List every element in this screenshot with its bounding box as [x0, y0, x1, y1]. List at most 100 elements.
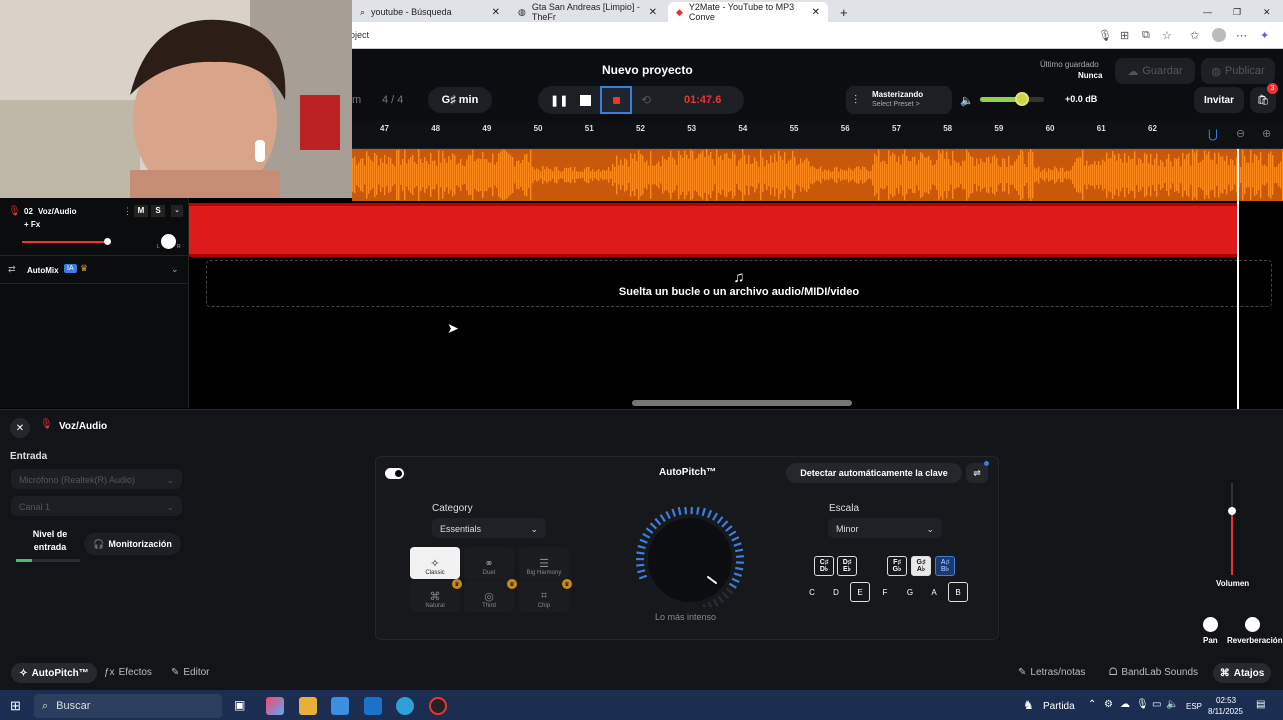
key-a-sharp[interactable]: A♯ B♭: [935, 556, 955, 576]
new-tab-button[interactable]: +: [832, 2, 854, 22]
app-icon[interactable]: ⧉: [1142, 29, 1150, 42]
input-device-select[interactable]: Micrófono (Realtek(R) Audio) ⌄: [11, 469, 182, 489]
close-icon[interactable]: ✕: [492, 7, 500, 18]
project-title[interactable]: Nuevo proyecto: [602, 63, 693, 77]
monitoring-button[interactable]: 🎧 Monitorización: [84, 533, 181, 555]
bandlab-app-icon[interactable]: [429, 697, 447, 715]
add-fx-button[interactable]: + Fx: [24, 220, 40, 229]
translate-icon[interactable]: ⊞: [1120, 29, 1129, 42]
time-signature[interactable]: 4 / 4: [382, 94, 403, 106]
copilot-icon[interactable]: [266, 697, 284, 715]
network-icon[interactable]: ▭: [1152, 699, 1161, 710]
tray-icon[interactable]: ☁: [1120, 699, 1130, 710]
note-f[interactable]: F: [875, 582, 895, 602]
profile-avatar[interactable]: [1212, 28, 1226, 42]
intensity-knob[interactable]: [634, 507, 750, 607]
magnet-icon[interactable]: ⋃: [1208, 127, 1218, 141]
playhead[interactable]: [1237, 149, 1239, 409]
mute-button[interactable]: M: [134, 205, 148, 217]
loop-icon[interactable]: ⟲: [641, 93, 651, 107]
file-explorer-icon[interactable]: [299, 697, 317, 715]
solo-button[interactable]: S: [151, 205, 165, 217]
note-g[interactable]: G: [900, 582, 920, 602]
volume-knob[interactable]: [1014, 92, 1029, 106]
volume-fader-track[interactable]: [1228, 483, 1236, 575]
address-bar[interactable]: oject 🎙 ⊞ ⧉ ☆ ✩ ⋯ ✦: [350, 22, 1283, 49]
horizontal-scrollbar[interactable]: [632, 400, 852, 406]
close-icon[interactable]: ✕: [10, 418, 30, 438]
tab-effects[interactable]: ƒx Efectos: [104, 667, 152, 678]
effect-big-harmony[interactable]: ☰ Big Harmony: [519, 547, 569, 579]
close-icon[interactable]: ✕: [812, 7, 820, 18]
tab-autopitch[interactable]: ✧ AutoPitch™: [11, 663, 97, 683]
timeline-ruler[interactable]: 47 48 49 50 51 52 53 54 55 56 57 58 59 60 61 62 ⋃ ⊖ ⊕: [352, 121, 1283, 149]
key-f-sharp[interactable]: F♯ G♭: [887, 556, 907, 576]
window-close-icon[interactable]: ✕: [1255, 2, 1275, 22]
more-icon[interactable]: ⋮: [123, 206, 132, 217]
note-d[interactable]: D: [826, 582, 846, 602]
microphone-icon[interactable]: 🎙: [1098, 29, 1112, 42]
close-icon[interactable]: ✕: [649, 7, 657, 18]
mastering-button[interactable]: ⫶ Masterizando Select Preset >: [846, 86, 952, 114]
drop-zone[interactable]: ♫ Suelta un bucle o un archivo audio/MID…: [206, 260, 1272, 307]
notifications-button[interactable]: 🛍 3: [1250, 83, 1278, 113]
key-g-sharp[interactable]: G♯ A♭: [911, 556, 931, 576]
tray-icon[interactable]: ⚙: [1104, 699, 1113, 710]
speaker-icon[interactable]: 🔈: [1166, 699, 1178, 710]
microphone-icon[interactable]: 🎙: [1136, 699, 1149, 710]
taskbar-search[interactable]: ⌕ Buscar: [34, 694, 222, 718]
language[interactable]: ESP: [1186, 702, 1202, 711]
lyrics-button[interactable]: ✎ Letras/notas: [1018, 667, 1085, 678]
minimize-icon[interactable]: —: [1195, 2, 1215, 22]
outlook-icon[interactable]: [364, 697, 382, 715]
detect-key-button[interactable]: Detectar automáticamente la clave: [786, 463, 962, 483]
pan-knob[interactable]: [1203, 617, 1218, 632]
maximize-icon[interactable]: ❐: [1225, 2, 1245, 22]
note-c[interactable]: C: [802, 582, 822, 602]
chevron-down-icon[interactable]: ⌄: [171, 264, 179, 275]
note-a[interactable]: A: [924, 582, 944, 602]
star-icon[interactable]: ☆: [1162, 29, 1172, 42]
effect-duet[interactable]: ⚭ Duet: [464, 547, 514, 579]
notification-icon[interactable]: ▤: [1256, 699, 1265, 710]
effect-classic[interactable]: ✧ Classic: [410, 547, 460, 579]
invite-button[interactable]: Invitar: [1194, 87, 1244, 113]
autopitch-toggle[interactable]: [385, 468, 404, 479]
key-c-sharp[interactable]: C♯ D♭: [814, 556, 834, 576]
note-b[interactable]: B: [948, 582, 968, 602]
track-volume-knob[interactable]: [104, 238, 111, 245]
track-1-region[interactable]: [352, 149, 1283, 201]
settings-button[interactable]: ⇌: [966, 461, 989, 483]
copilot-icon[interactable]: ✦: [1260, 29, 1269, 42]
windows-start-icon[interactable]: ⊞: [10, 698, 21, 714]
taskbar-app-label[interactable]: Partida: [1043, 701, 1075, 712]
store-icon[interactable]: [331, 697, 349, 715]
save-button[interactable]: ☁ Guardar: [1115, 58, 1195, 84]
favorites-icon[interactable]: ✩: [1190, 29, 1199, 42]
more-icon[interactable]: ⋯: [1236, 29, 1247, 42]
shortcuts-button[interactable]: ⌘ Atajos: [1213, 663, 1271, 683]
clock-time[interactable]: 02:53: [1216, 696, 1236, 705]
key-d-sharp[interactable]: D♯ E♭: [837, 556, 857, 576]
zoom-out-icon[interactable]: ⊖: [1236, 127, 1245, 140]
volume-fader-knob[interactable]: [1228, 507, 1236, 515]
track-volume-slider[interactable]: [22, 241, 108, 243]
chess-icon[interactable]: ♞: [1023, 698, 1034, 712]
track-2-region[interactable]: [189, 203, 1239, 257]
zoom-in-icon[interactable]: ⊕: [1262, 127, 1271, 140]
publish-button[interactable]: ◍ Publicar: [1201, 58, 1275, 84]
clock-date[interactable]: 8/11/2025: [1208, 707, 1243, 716]
reverb-knob[interactable]: [1245, 617, 1260, 632]
edge-icon[interactable]: [396, 697, 414, 715]
browser-tab-youtube[interactable]: ⌕ youtube - Búsqueda ✕: [352, 2, 508, 22]
track-header-automix[interactable]: ⇄ AutoMix IA ♛ ⌄: [0, 258, 189, 284]
pan-knob[interactable]: [161, 234, 176, 249]
task-view-icon[interactable]: ▣: [234, 698, 245, 712]
browser-tab-y2mate[interactable]: ◆ Y2Mate - YouTube to MP3 Conve ✕: [668, 2, 828, 22]
chevron-down-icon[interactable]: ⌄: [171, 205, 183, 217]
speaker-icon[interactable]: 🔈: [960, 94, 974, 107]
category-select[interactable]: Essentials ⌄: [432, 518, 546, 538]
stop-icon[interactable]: [580, 94, 591, 106]
key-button[interactable]: G♯ min: [428, 87, 492, 113]
scale-select[interactable]: Minor ⌄: [828, 518, 942, 538]
